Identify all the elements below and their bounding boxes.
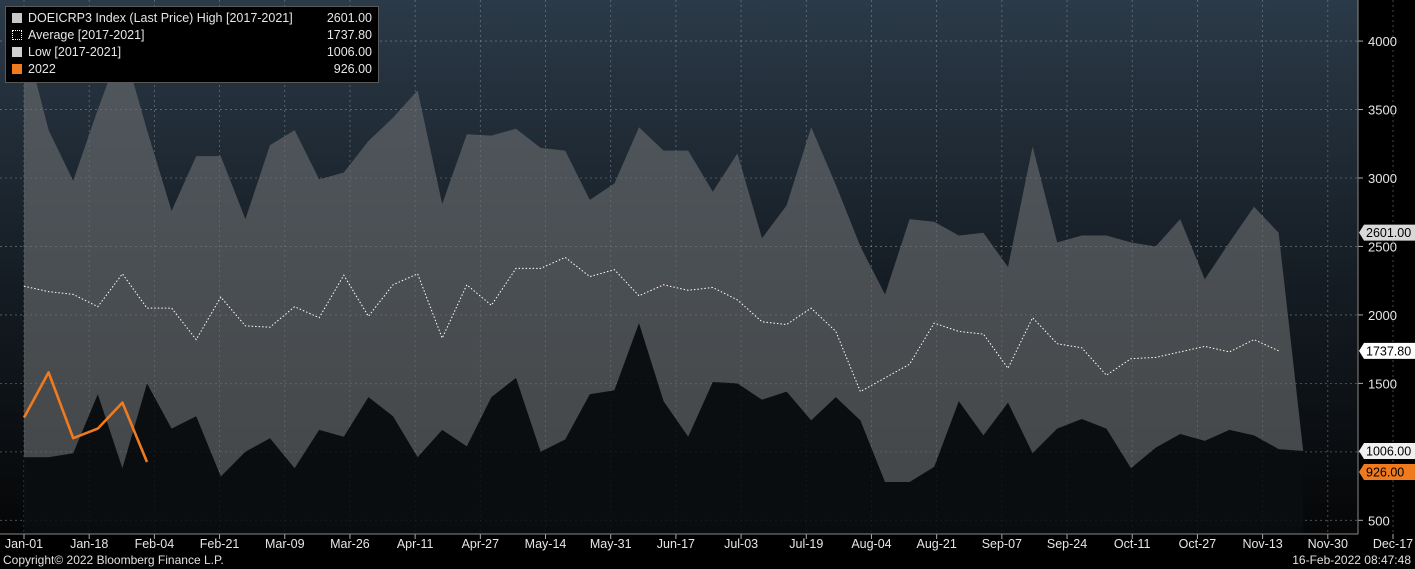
x-tick-label-11: Jul-03: [724, 537, 758, 551]
x-tick-label-6: Apr-11: [397, 537, 434, 551]
x-tick-label-4: Mar-09: [265, 537, 305, 551]
x-tick-label-14: Aug-21: [917, 537, 957, 551]
copyright-text: Copyright© 2022 Bloomberg Finance L.P.: [3, 553, 224, 567]
legend: DOEICRP3 Index (Last Price) High [2017-2…: [5, 6, 379, 83]
legend-swatch-average: [12, 30, 22, 40]
last-value-label-0: 2601.00: [1366, 226, 1411, 240]
timestamp-text: 16-Feb-2022 08:47:48: [1292, 553, 1411, 567]
last-value-label-3: 926.00: [1366, 465, 1404, 479]
x-tick-label-9: May-31: [590, 537, 632, 551]
last-value-label-1: 1737.80: [1366, 344, 1411, 358]
x-tick-label-13: Aug-04: [851, 537, 891, 551]
legend-label-2022: 2022: [28, 62, 56, 76]
x-tick-label-12: Jul-19: [789, 537, 823, 551]
x-tick-label-20: Nov-30: [1308, 537, 1348, 551]
chart-svg: 5001000150020002500300035004000 Jan-01Ja…: [0, 0, 1415, 551]
legend-value-low: 1006.00: [326, 45, 372, 59]
legend-item-high: DOEICRP3 Index (Last Price) High [2017-2…: [12, 11, 372, 27]
legend-item-average: Average [2017-2021] 1737.80: [12, 28, 372, 44]
legend-value-2022: 926.00: [333, 62, 372, 76]
x-tick-label-7: Apr-27: [462, 537, 500, 551]
x-tick-label-19: Nov-13: [1242, 537, 1282, 551]
x-tick-label-0: Jan-01: [5, 537, 43, 551]
x-tick-label-18: Oct-27: [1179, 537, 1217, 551]
x-tick-label-8: May-14: [525, 537, 567, 551]
last-value-label-2: 1006.00: [1366, 445, 1411, 459]
x-axis: Jan-01 Jan-18 Feb-04 Feb-21 Mar-09 Mar-26 Apr-…: [0, 533, 1413, 551]
y-tick-label-2000: 2000: [1368, 308, 1397, 323]
legend-swatch-high: [12, 13, 22, 23]
x-tick-label-10: Jun-17: [657, 537, 695, 551]
legend-swatch-low: [12, 47, 22, 57]
x-tick-label-1: Jan-18: [70, 537, 108, 551]
legend-label-low: Low [2017-2021]: [28, 45, 122, 59]
y-tick-label-2500: 2500: [1368, 239, 1397, 254]
legend-swatch-2022: [12, 64, 22, 74]
legend-value-high: 2601.00: [326, 11, 372, 25]
x-tick-label-15: Sep-07: [982, 537, 1022, 551]
legend-item-2022: 2022 926.00: [12, 62, 372, 78]
x-tick-label-3: Feb-21: [200, 537, 240, 551]
legend-label-high: DOEICRP3 Index (Last Price) High [2017-2…: [28, 11, 293, 25]
legend-item-low: Low [2017-2021] 1006.00: [12, 45, 372, 61]
y-tick-label-4000: 4000: [1368, 34, 1397, 49]
chart-root: 5001000150020002500300035004000 Jan-01Ja…: [0, 0, 1415, 569]
legend-label-average: Average [2017-2021]: [28, 28, 145, 42]
x-tick-label-2: Feb-04: [135, 537, 175, 551]
x-tick-label-17: Oct-11: [1114, 537, 1151, 551]
x-tick-label-21: Dec-17: [1373, 537, 1413, 551]
y-tick-label-3000: 3000: [1368, 171, 1397, 186]
x-tick-label-16: Sep-24: [1047, 537, 1087, 551]
legend-value-average: 1737.80: [326, 28, 372, 42]
y-tick-label-3500: 3500: [1368, 103, 1397, 118]
y-tick-label-1500: 1500: [1368, 376, 1397, 391]
x-tick-label-5: Mar-26: [330, 537, 370, 551]
y-tick-label-500: 500: [1368, 513, 1390, 528]
